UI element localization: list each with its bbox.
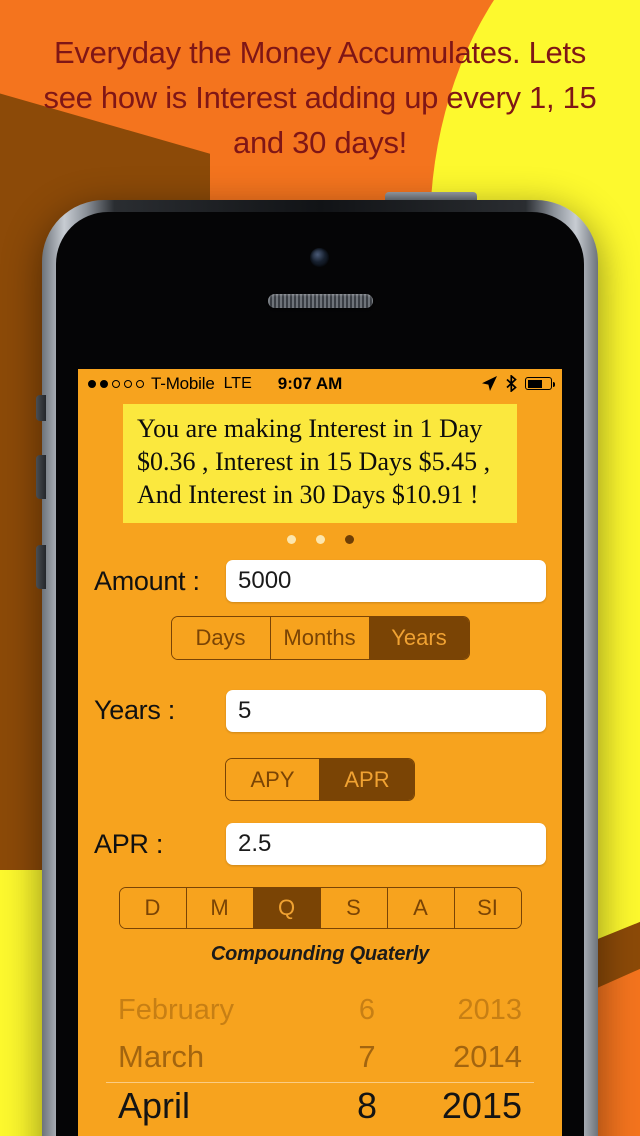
front-camera-icon [310, 248, 329, 267]
rate-label: APR : [94, 828, 164, 859]
segment-apy[interactable]: APY [226, 758, 320, 800]
term-row: Years : 5 [78, 689, 562, 732]
date-picker-selected-row[interactable]: April 8 2015 [78, 1083, 562, 1129]
picker-year[interactable]: 2014 [410, 1039, 522, 1075]
segment-days[interactable]: Days [171, 617, 271, 659]
page-dot-3[interactable] [344, 535, 354, 544]
segment-apr[interactable]: APR [320, 758, 414, 800]
carrier-label: T-Mobile [151, 373, 215, 393]
status-bar-indicators [481, 375, 555, 392]
period-segmented-control[interactable]: Days Months Years [170, 616, 470, 660]
rate-input[interactable]: 2.5 [226, 823, 546, 865]
segment-quarterly[interactable]: Q [253, 888, 321, 928]
segment-semiannual[interactable]: S [320, 888, 388, 928]
picker-year[interactable]: 2013 [410, 994, 522, 1027]
picker-day[interactable]: 8 [324, 1085, 410, 1127]
volume-up-button[interactable] [36, 455, 46, 499]
interest-result-banner: You are making Interest in 1 Day $0.36 ,… [123, 404, 517, 523]
segment-years[interactable]: Years [369, 617, 469, 659]
segment-simple-interest[interactable]: SI [454, 888, 521, 928]
date-picker-row[interactable]: March 7 2014 [78, 1034, 562, 1080]
amount-input[interactable]: 5000 [226, 560, 546, 602]
network-type-label: LTE [223, 374, 252, 392]
segment-annual[interactable]: A [387, 888, 455, 928]
bluetooth-icon [506, 375, 517, 392]
picker-month[interactable]: April [118, 1085, 324, 1127]
promo-screenshot: Everyday the Money Accumulates. Lets see… [0, 0, 640, 1136]
earpiece-speaker [268, 294, 373, 308]
picker-month[interactable]: February [118, 994, 324, 1027]
status-bar: T-Mobile LTE 9:07 AM [78, 369, 562, 398]
app-screen: T-Mobile LTE 9:07 AM You are making Inte… [78, 369, 562, 1136]
compound-frequency-segmented-control[interactable]: D M Q S A SI [118, 887, 522, 929]
silent-switch[interactable] [36, 395, 46, 421]
rate-row: APR : 2.5 [78, 823, 562, 865]
term-input[interactable]: 5 [226, 689, 546, 732]
battery-icon [525, 377, 555, 390]
location-arrow-icon [482, 376, 497, 391]
page-dot-2[interactable] [315, 535, 325, 544]
picker-day[interactable]: 7 [324, 1039, 410, 1075]
picker-day[interactable]: 6 [324, 994, 410, 1027]
status-bar-clock: 9:07 AM [277, 373, 343, 393]
date-picker[interactable]: February 6 2013 March 7 2014 April 8 201… [78, 988, 562, 1136]
picker-month[interactable]: March [118, 1039, 324, 1075]
page-indicator[interactable] [78, 535, 562, 544]
picker-year[interactable]: 2015 [410, 1085, 522, 1127]
term-label: Years : [94, 695, 175, 725]
amount-label: Amount : [94, 565, 200, 596]
segment-monthly[interactable]: M [186, 888, 254, 928]
volume-down-button[interactable] [36, 545, 46, 589]
compounding-note: Compounding Quaterly [210, 942, 430, 965]
segment-months[interactable]: Months [270, 617, 370, 659]
date-picker-row[interactable]: February 6 2013 [78, 988, 562, 1034]
compound-segment-wrap: D M Q S A SI [78, 887, 562, 929]
promo-headline: Everyday the Money Accumulates. Lets see… [43, 35, 597, 160]
rate-segment-wrap: APY APR [78, 757, 562, 801]
rate-type-segmented-control[interactable]: APY APR [225, 757, 415, 801]
signal-strength-icon [88, 379, 144, 388]
segment-daily[interactable]: D [119, 888, 187, 928]
page-dot-1[interactable] [286, 535, 296, 544]
period-segment-wrap: Days Months Years [78, 616, 562, 660]
amount-row: Amount : 5000 [78, 560, 562, 602]
